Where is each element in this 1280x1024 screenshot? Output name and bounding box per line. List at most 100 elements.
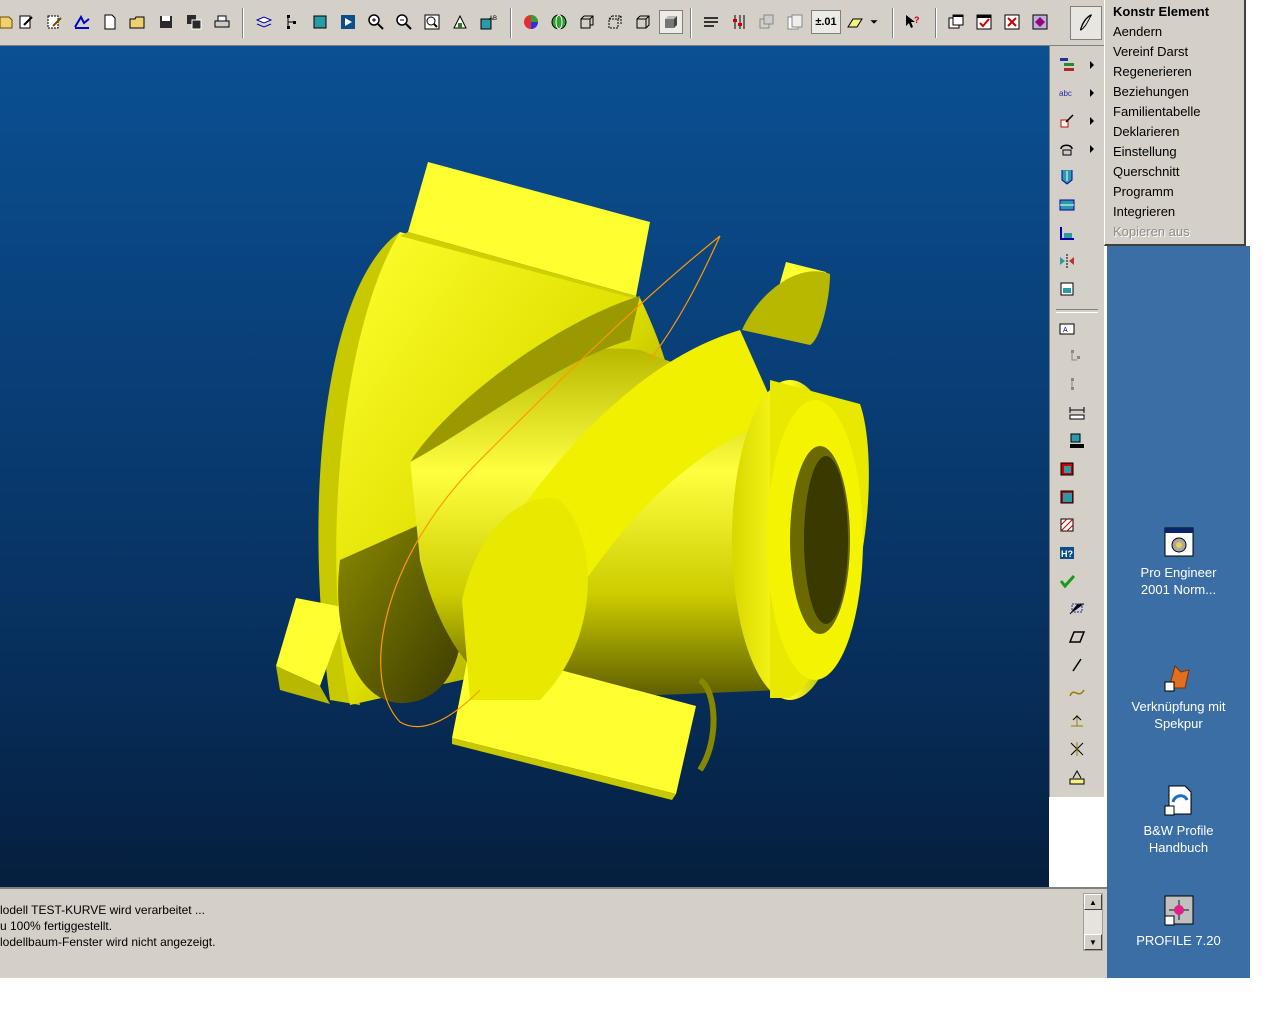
- edit-icon[interactable]: [42, 10, 66, 34]
- message-scrollbar[interactable]: ▲ ▼: [1083, 893, 1103, 951]
- analysis-feature-icon[interactable]: [1066, 766, 1088, 788]
- menu-item[interactable]: Aendern: [1113, 22, 1162, 42]
- analysis-icon[interactable]: [1066, 430, 1088, 452]
- menu-item[interactable]: Querschnitt: [1113, 162, 1179, 182]
- disk-icon[interactable]: [154, 10, 178, 34]
- model-3d: [276, 162, 869, 800]
- eraser-icon[interactable]: [843, 10, 867, 34]
- datum-point-tool-icon[interactable]: [1066, 710, 1088, 732]
- window-close-icon[interactable]: [1000, 10, 1024, 34]
- window-open-icon[interactable]: [972, 10, 996, 34]
- svg-text:AB: AB: [489, 16, 497, 22]
- menu-item[interactable]: Deklarieren: [1113, 122, 1179, 142]
- desktop-shortcut-label: Verknüpfung mit: [1131, 699, 1226, 714]
- shaded-icon[interactable]: [659, 10, 683, 34]
- datum-plane-icon[interactable]: [699, 10, 723, 34]
- relations-icon[interactable]: abc: [1056, 82, 1078, 104]
- menu-item[interactable]: Konstr Element: [1113, 2, 1209, 22]
- pen-icon[interactable]: [70, 10, 94, 34]
- saved-view-icon[interactable]: AB: [476, 10, 500, 34]
- no-hidden-icon[interactable]: [631, 10, 655, 34]
- color-wheel-icon[interactable]: [519, 10, 543, 34]
- blank-page-icon[interactable]: [98, 10, 122, 34]
- repaint-icon[interactable]: [336, 10, 360, 34]
- cross-hatch-icon[interactable]: [1056, 514, 1078, 536]
- open-icon[interactable]: [14, 10, 38, 34]
- measure-icon[interactable]: [1066, 402, 1088, 424]
- layer-tree-icon[interactable]: [1066, 374, 1088, 396]
- window-special-icon[interactable]: [1028, 10, 1052, 34]
- csys-icon[interactable]: [783, 10, 807, 34]
- datum-axis-tool-icon[interactable]: [1066, 654, 1088, 676]
- mirror-icon[interactable]: [1056, 250, 1078, 272]
- orient-icon[interactable]: [448, 10, 472, 34]
- precision-label: ±.01: [815, 16, 837, 28]
- copy-feature-icon[interactable]: [1056, 458, 1078, 480]
- desktop-shortcut-label: 2001 Norm...: [1140, 582, 1217, 597]
- menu-item[interactable]: Programm: [1113, 182, 1174, 202]
- zoom-fit-icon[interactable]: [420, 10, 444, 34]
- datum-plane-tool-icon[interactable]: [1066, 626, 1088, 648]
- menu-item[interactable]: Familientabelle: [1113, 102, 1200, 122]
- precision-button[interactable]: ±.01: [811, 10, 841, 34]
- datum-point-icon[interactable]: [755, 10, 779, 34]
- wireframe-icon[interactable]: [575, 10, 599, 34]
- message-line: lodellbaum-Fenster wird nicht angezeigt.: [0, 935, 216, 949]
- globe-icon[interactable]: [547, 10, 571, 34]
- menu-item[interactable]: Integrieren: [1113, 202, 1175, 222]
- feature-tree-icon[interactable]: [1056, 54, 1078, 76]
- info-help-icon[interactable]: H?: [1056, 542, 1078, 564]
- desktop-shortcut[interactable]: PROFILE 7.20: [1107, 894, 1250, 949]
- main-toolbar: AB ±.01 ?: [0, 0, 1104, 46]
- hidden-line-icon[interactable]: [603, 10, 627, 34]
- message-area: lodell TEST-KURVE wird verarbeitet ... u…: [0, 887, 1107, 953]
- svg-text:abc: abc: [1059, 89, 1072, 98]
- paste-feature-icon[interactable]: [1056, 486, 1078, 508]
- menu-item[interactable]: Regenerieren: [1113, 62, 1192, 82]
- help-pointer-icon[interactable]: ?: [901, 10, 925, 34]
- multi-save-icon[interactable]: [182, 10, 206, 34]
- regenerate-icon[interactable]: [1056, 138, 1078, 160]
- desktop-shortcut-label: Pro Engineer: [1140, 565, 1217, 580]
- pattern-icon[interactable]: [1056, 278, 1078, 300]
- checkmark-icon[interactable]: [1056, 570, 1078, 592]
- extrude-icon[interactable]: [1056, 166, 1078, 188]
- svg-text:?: ?: [914, 15, 920, 25]
- sketch-datum-icon[interactable]: [1066, 598, 1088, 620]
- revolve-icon[interactable]: [1056, 194, 1078, 216]
- pro-engineer-icon: [1163, 526, 1195, 558]
- menu-item[interactable]: Einstellung: [1113, 142, 1177, 162]
- spekpur-icon: [1163, 660, 1195, 692]
- zoom-in-icon[interactable]: [364, 10, 388, 34]
- dropdown-arrow-icon[interactable]: [866, 10, 882, 34]
- cube-shade-icon[interactable]: [308, 10, 332, 34]
- desktop-shortcut[interactable]: Verknüpfung mit Spekpur: [1107, 660, 1250, 732]
- printer-icon[interactable]: [210, 10, 234, 34]
- desktop-shortcut[interactable]: Pro Engineer 2001 Norm...: [1107, 526, 1250, 598]
- modify-icon[interactable]: [1056, 110, 1078, 132]
- desktop-shortcut[interactable]: B&W Profile Handbuch: [1107, 784, 1250, 856]
- coordinate-system-icon[interactable]: [1066, 738, 1088, 760]
- window-activate-icon[interactable]: [944, 10, 968, 34]
- menu-item[interactable]: Vereinf Darst: [1113, 42, 1188, 62]
- datum-curve-icon[interactable]: [1066, 682, 1088, 704]
- datum-axis-icon[interactable]: [727, 10, 751, 34]
- message-line: lodell TEST-KURVE wird verarbeitet ...: [0, 903, 205, 917]
- graphics-viewport[interactable]: [0, 46, 1049, 887]
- sketch-pen-icon[interactable]: [1070, 6, 1102, 40]
- folder-icon[interactable]: [126, 10, 150, 34]
- zoom-out-icon[interactable]: [392, 10, 416, 34]
- annotation-icon[interactable]: A: [1056, 318, 1078, 340]
- status-bar: [0, 953, 1107, 978]
- sweep-icon[interactable]: [1056, 222, 1078, 244]
- desktop-shortcut-label: B&W Profile: [1143, 823, 1214, 838]
- tree-icon[interactable]: [280, 10, 304, 34]
- menu-item[interactable]: Beziehungen: [1113, 82, 1189, 102]
- menu-item: Kopieren aus: [1113, 224, 1190, 239]
- scroll-up-icon[interactable]: ▲: [1084, 894, 1102, 910]
- profile-icon: [1163, 894, 1195, 926]
- model-tree-settings-icon[interactable]: [1066, 346, 1088, 368]
- handbook-icon: [1163, 784, 1195, 816]
- layers-icon[interactable]: [252, 10, 276, 34]
- scroll-down-icon[interactable]: ▼: [1084, 934, 1102, 950]
